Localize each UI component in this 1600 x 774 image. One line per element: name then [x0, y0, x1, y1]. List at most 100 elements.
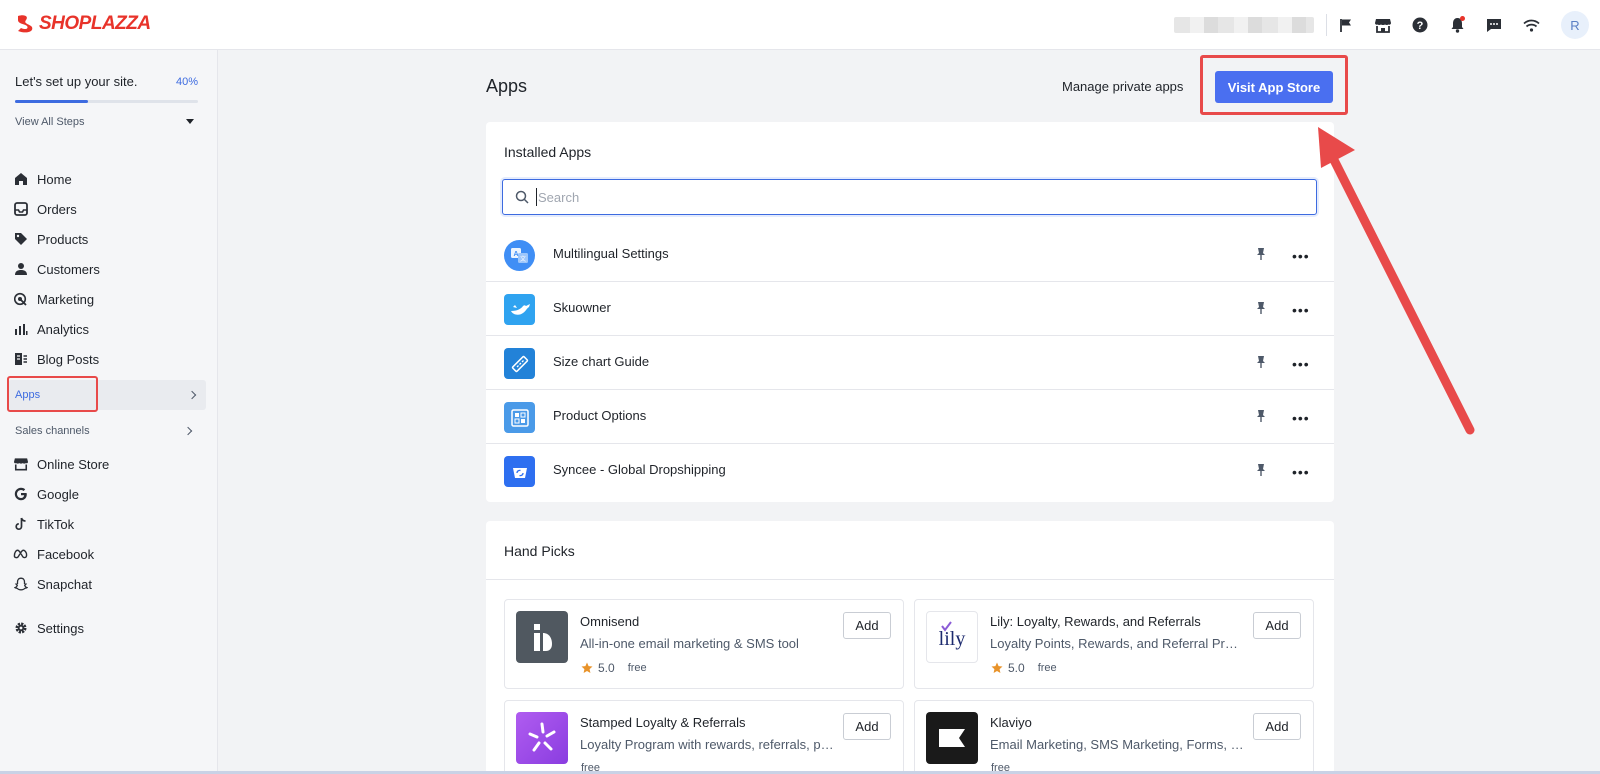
wifi-icon[interactable] [1521, 15, 1541, 35]
snapchat-icon [13, 577, 28, 592]
app-card-stamped[interactable]: Stamped Loyalty & Referrals Loyalty Prog… [504, 700, 904, 774]
add-button[interactable]: Add [843, 612, 891, 639]
nav-products[interactable]: Products [13, 227, 88, 251]
channel-snapchat[interactable]: Snapchat [13, 572, 92, 596]
stamped-logo [516, 712, 568, 764]
nav-blog-posts[interactable]: Blog Posts [13, 347, 99, 371]
app-card-description: All-in-one email marketing & SMS tool [580, 636, 799, 651]
installed-app-row[interactable]: A文 Multilingual Settings ••• [486, 228, 1334, 282]
store-name-blurred[interactable] [1174, 17, 1314, 33]
installed-app-row[interactable]: Skuowner ••• [486, 282, 1334, 336]
chat-icon[interactable] [1484, 15, 1504, 35]
flag-icon[interactable] [1336, 15, 1356, 35]
options-icon [504, 402, 535, 433]
nav-customers[interactable]: Customers [13, 257, 100, 281]
installed-app-row[interactable]: Syncee - Global Dropshipping ••• [486, 444, 1334, 498]
installed-app-row[interactable]: Size chart Guide ••• [486, 336, 1334, 390]
nav-settings[interactable]: Settings [13, 616, 84, 640]
help-icon[interactable]: ? [1410, 15, 1430, 35]
store-icon[interactable] [1373, 15, 1393, 35]
nav-label: Marketing [37, 291, 95, 307]
blog-icon [13, 352, 28, 367]
divider [1326, 14, 1327, 36]
manage-private-apps-link[interactable]: Manage private apps [1062, 79, 1183, 94]
nav-label: Customers [37, 261, 100, 277]
nav-orders[interactable]: Orders [13, 197, 77, 221]
notification-dot [1460, 16, 1465, 21]
more-options-icon[interactable]: ••• [1292, 465, 1310, 479]
caret-down-icon[interactable] [186, 119, 194, 124]
more-options-icon[interactable]: ••• [1292, 303, 1310, 317]
channel-online-store[interactable]: Online Store [13, 452, 109, 476]
channel-label: Online Store [37, 456, 110, 472]
nav-label: Home [37, 171, 72, 187]
app-card-lily[interactable]: lily Lily: Loyalty, Rewards, and Referra… [914, 599, 1314, 689]
bar-chart-icon [13, 322, 28, 337]
shoplazza-logo[interactable]: SHOPLAZZA [14, 13, 151, 35]
setup-percent: 40% [176, 76, 199, 88]
app-card-description: Email Marketing, SMS Marketing, Forms, R… [990, 737, 1245, 752]
home-icon [13, 172, 28, 187]
add-button[interactable]: Add [843, 713, 891, 740]
search-box [502, 179, 1317, 215]
pin-icon[interactable] [1256, 355, 1266, 369]
setup-progress-fill [15, 100, 89, 103]
more-options-icon[interactable]: ••• [1292, 411, 1310, 425]
nav-label: Products [37, 231, 89, 247]
add-button[interactable]: Add [1253, 612, 1301, 639]
app-card-rating: 5.0 [1008, 661, 1025, 675]
pin-icon[interactable] [1256, 247, 1266, 261]
channel-google[interactable]: Google [13, 482, 79, 506]
pin-icon[interactable] [1256, 301, 1266, 315]
svg-text:A: A [513, 251, 518, 258]
klaviyo-logo [926, 712, 978, 764]
add-button[interactable]: Add [1253, 713, 1301, 740]
hand-picks-card: Hand Picks Omnisend All-in-one email mar… [486, 521, 1334, 774]
channel-label: TikTok [37, 516, 75, 532]
app-card-klaviyo[interactable]: Klaviyo Email Marketing, SMS Marketing, … [914, 700, 1314, 774]
tag-icon [13, 232, 28, 247]
search-icon [515, 190, 529, 204]
search-input[interactable] [536, 188, 1296, 206]
pin-icon[interactable] [1256, 409, 1266, 423]
more-options-icon[interactable]: ••• [1292, 357, 1310, 371]
view-all-steps[interactable]: View All Steps [15, 116, 85, 128]
nav-home[interactable]: Home [13, 167, 72, 191]
google-icon [13, 487, 28, 502]
app-card-name: Klaviyo [990, 715, 1032, 730]
channel-tiktok[interactable]: TikTok [13, 512, 74, 536]
app-name[interactable]: Multilingual Settings [553, 246, 669, 261]
sales-channels-label[interactable]: Sales channels [15, 425, 90, 437]
chevron-right-icon[interactable] [183, 426, 193, 436]
nav-marketing[interactable]: Marketing [13, 287, 94, 311]
gear-icon [13, 621, 28, 636]
apps-highlight-box [7, 376, 98, 412]
bell-icon[interactable] [1447, 15, 1467, 35]
tiktok-icon [13, 517, 28, 532]
app-card-name: Omnisend [580, 614, 640, 629]
svg-text:文: 文 [519, 255, 525, 263]
nav-label: Analytics [37, 321, 90, 337]
app-card-omnisend[interactable]: Omnisend All-in-one email marketing & SM… [504, 599, 904, 689]
installed-app-row[interactable]: Product Options ••• [486, 390, 1334, 444]
target-icon [13, 292, 28, 307]
setup-title: Let's set up your site. [15, 74, 138, 89]
top-bar: SHOPLAZZA ? R [0, 0, 1600, 50]
app-name[interactable]: Syncee - Global Dropshipping [553, 462, 726, 477]
app-card-rating: 5.0 [598, 661, 615, 675]
avatar[interactable]: R [1561, 11, 1589, 39]
more-options-icon[interactable]: ••• [1292, 249, 1310, 263]
setup-progress-bar [15, 100, 198, 103]
hand-picks-title: Hand Picks [504, 543, 575, 559]
chevron-right-icon [187, 390, 197, 400]
app-name[interactable]: Skuowner [553, 300, 611, 315]
channel-facebook[interactable]: Facebook [13, 542, 94, 566]
sidebar: Let's set up your site. 40% View All Ste… [0, 50, 218, 774]
app-name[interactable]: Size chart Guide [553, 354, 649, 369]
app-name[interactable]: Product Options [553, 408, 646, 423]
store-icon [13, 457, 28, 472]
meta-icon [13, 547, 28, 562]
pin-icon[interactable] [1256, 463, 1266, 477]
app-card-meta: 5.0 free [581, 661, 647, 675]
nav-analytics[interactable]: Analytics [13, 317, 89, 341]
